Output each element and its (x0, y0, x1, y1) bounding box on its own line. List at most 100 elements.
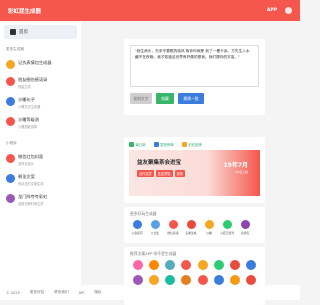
sidebar-item-home[interactable]: 首页 (4, 25, 77, 39)
mini-sub: 多样化设计 (18, 162, 34, 166)
tool-sub: 恒星生成 (18, 85, 31, 89)
banner-tag: 现场 (174, 170, 185, 177)
app-icon[interactable] (245, 275, 256, 285)
favorite-label: 收藏 (161, 95, 169, 101)
app-icon[interactable] (213, 275, 224, 285)
mini-label: 朝圣文案 (18, 174, 35, 179)
generator-icon (186, 220, 196, 229)
sidebar-tool-item[interactable]: 沙雕等级测沙雕指数测算 (0, 113, 81, 133)
generator-icon (168, 220, 178, 229)
generator-icon (150, 220, 160, 229)
app-icon[interactable] (197, 260, 208, 270)
top-right: APP (267, 7, 292, 14)
sidebar-tool-item[interactable]: 沙雕句子沙雕文字生成器 (0, 93, 81, 113)
feature-card: 每日新 智慧榜单 彩虹屁榜 益友聚集茶会进宝 合作嘉宾 连连茶馆 现场 19年7… (124, 137, 265, 203)
sidebar-section-title: 小程序 (6, 141, 17, 145)
app-icon[interactable] (149, 260, 160, 270)
sidebar-section-title: 更多生成器 (6, 47, 24, 51)
generator-label: 沙雕 (206, 231, 212, 235)
more-title: 推荐文案APP·你不是生成器 (130, 251, 177, 256)
sidebar-tool-item[interactable]: 记仇表情包生成器 (0, 56, 81, 73)
app-icon[interactable] (213, 260, 224, 270)
tool-icon (6, 77, 15, 86)
top-bar: 彩虹屁生成器 APP (0, 0, 300, 21)
quote-card: "我生病头，先来不要眼的桃风 故你你就那 到了一晕卡亲。方先生入水 藏不在夜晚，… (124, 39, 265, 115)
footer: © 2025 更多好站 联系我们 API 隐私 (0, 285, 300, 300)
tool-label: 沙雕等级测 (18, 117, 39, 122)
tool-list: 记仇表情包生成器 朋友圈伤感语录 恒星生成 沙雕句子 沙雕文字生成器 沙雕等级测 沙雕… (0, 56, 81, 133)
generator-label: 头像生成 (185, 231, 197, 235)
app-icon[interactable] (181, 275, 192, 285)
generator-tool[interactable]: 沙比生 (148, 220, 162, 235)
next-label: 换换一批 (183, 95, 199, 101)
copy-button[interactable]: 复制文字 (130, 93, 152, 104)
generator-tool[interactable]: 头像生成 (184, 220, 198, 235)
app-icon[interactable] (229, 275, 240, 285)
generator-label: 小霸王游戏 (220, 231, 234, 235)
app-icon[interactable] (165, 275, 176, 285)
chip-daily[interactable]: 每日新 (129, 142, 146, 147)
sidebar-mini-item[interactable]: 微信红包封面 多样化设计 (0, 150, 81, 170)
mini-sub: 适用无聊时间生成 (18, 202, 44, 206)
banner-sub: 20点上线 (235, 170, 248, 174)
app-icon[interactable] (229, 260, 240, 270)
mini-icon (6, 194, 15, 203)
generator-tool[interactable]: 小鬼提问 (130, 220, 144, 235)
footer-link[interactable]: API (79, 291, 85, 295)
generator-tool[interactable]: 沙雕 (202, 220, 216, 235)
tool-label: 朋友圈伤感语录 (18, 77, 48, 82)
tool-sub: 沙雕文字生成器 (18, 105, 41, 109)
tool-icon (6, 97, 15, 106)
generator-icon (132, 220, 142, 229)
footer-link[interactable]: 更多好站 (30, 290, 44, 295)
mini-sub: 有诗意的文案生成 (18, 182, 44, 186)
app-icon[interactable] (149, 275, 160, 285)
chip-rainbow[interactable]: 彩虹屁榜 (181, 142, 202, 147)
home-icon (10, 29, 16, 35)
star-icon (181, 142, 187, 147)
app-icon[interactable] (133, 275, 144, 285)
copy-label: 复制文字 (133, 95, 149, 101)
next-batch-button[interactable]: 换换一批 (178, 93, 204, 104)
chip-smart[interactable]: 智慧榜单 (153, 142, 174, 147)
generator-tools: 小鬼提问 沙比生 微信彩蛋 头像生成 沙雕 小霸王游戏 表情包 (124, 220, 265, 235)
generator-tool[interactable]: 小霸王游戏 (220, 220, 234, 235)
app-link[interactable]: APP (267, 8, 277, 13)
app-icon[interactable] (245, 260, 256, 270)
tool-icon (6, 60, 15, 69)
app-icon[interactable] (181, 260, 192, 270)
app-title[interactable]: 彩虹屁生成器 (8, 7, 41, 15)
app-icon[interactable] (165, 260, 176, 270)
chip-label: 彩虹屁榜 (188, 143, 202, 147)
generator-label: 小鬼提问 (131, 231, 143, 235)
footer-link[interactable]: 联系我们 (54, 290, 68, 295)
generator-label: 沙比生 (150, 231, 160, 235)
mini-label: 龙门阵夸夸彩虹 (18, 194, 48, 199)
generator-tool[interactable]: 表情包 (238, 220, 252, 235)
calendar-icon (129, 142, 134, 147)
chip-label: 智慧榜单 (160, 143, 174, 147)
favorite-button[interactable]: 收藏 (156, 93, 174, 104)
generator-icon (240, 220, 250, 229)
tool-label: 沙雕句子 (18, 97, 35, 102)
banner-tag: 合作嘉宾 (137, 170, 154, 177)
app-icon[interactable] (133, 260, 144, 270)
app-icon[interactable] (197, 275, 208, 285)
quote-text[interactable]: "我生病头，先来不要眼的桃风 故你你就那 到了一晕卡亲。方先生入水 藏不在夜晚，… (130, 45, 259, 87)
generator-tool[interactable]: 微信彩蛋 (166, 220, 180, 235)
generator-icon (222, 220, 232, 229)
sidebar-item-label: 首页 (19, 30, 28, 35)
user-avatar-icon[interactable] (285, 7, 292, 14)
promo-banner[interactable]: 益友聚集茶会进宝 合作嘉宾 连连茶馆 现场 19年7月 20点上线 (129, 150, 260, 196)
generators-card: 更多好玩生成器 小鬼提问 沙比生 微信彩蛋 头像生成 沙雕 小霸王游戏 表情包 (124, 207, 265, 243)
banner-title: 益友聚集茶会进宝 (137, 160, 182, 166)
sidebar-tool-item[interactable]: 朋友圈伤感语录 恒星生成 (0, 73, 81, 93)
sidebar-mini-item[interactable]: 朝圣文案有诗意的文案生成 (0, 170, 81, 190)
tool-label: 记仇表情包生成器 (18, 60, 52, 65)
action-buttons: 复制文字 收藏 换换一批 (124, 87, 265, 104)
tool-sub: 沙雕指数测算 (18, 125, 38, 129)
footer-link[interactable]: 隐私 (94, 290, 101, 295)
generators-title: 更多好玩生成器 (130, 211, 157, 216)
feature-chips: 每日新 智慧榜单 彩虹屁榜 (124, 137, 265, 150)
sidebar-mini-item[interactable]: 龙门阵夸夸彩虹 适用无聊时间生成 (0, 190, 81, 210)
